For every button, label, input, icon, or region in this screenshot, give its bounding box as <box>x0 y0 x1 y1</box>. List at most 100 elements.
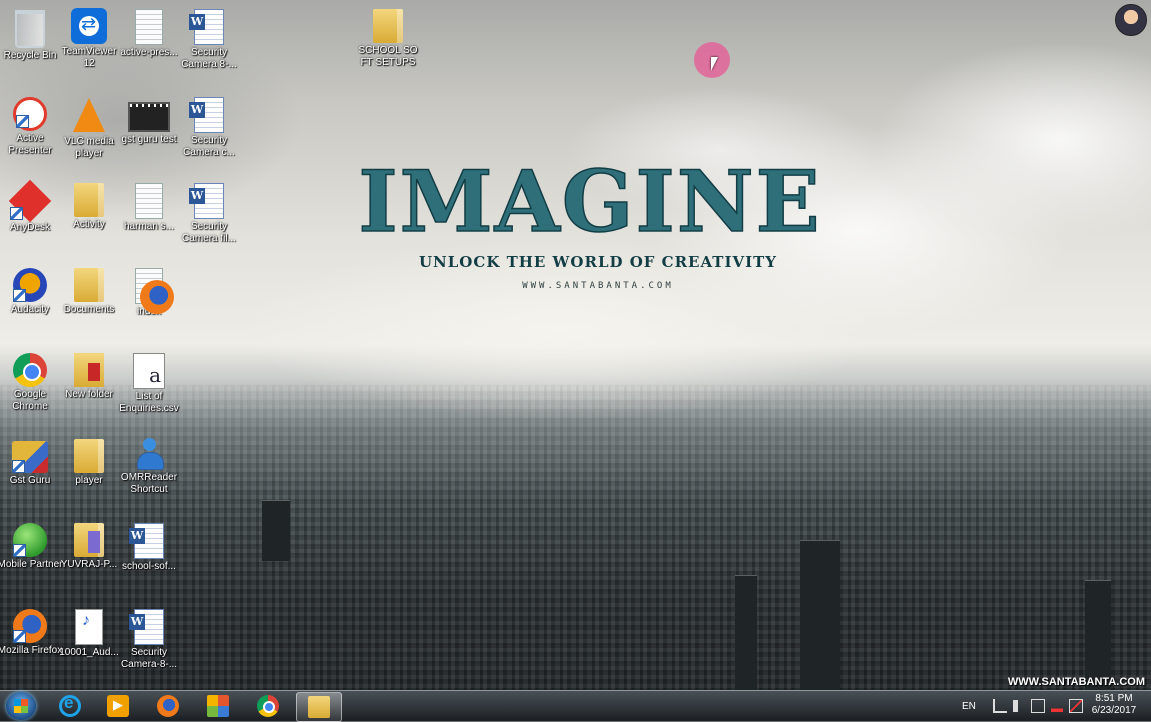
folder-icon <box>74 353 104 387</box>
desktop-icon-gst-guru[interactable]: Gst Guru <box>0 436 63 487</box>
desktop-icon-label: Security Camera c... <box>183 135 235 158</box>
wallpaper-tagline: UNLOCK THE WORLD OF CREATIVITY <box>418 253 778 271</box>
desktop-icon-label: SCHOOL SO FT SETUPS <box>358 45 418 68</box>
action-center-icon[interactable] <box>1068 699 1083 713</box>
desktop-icon-player[interactable]: player <box>56 436 122 487</box>
word-document-icon: W <box>189 97 224 133</box>
desktop-icon-harman[interactable]: harman s... <box>116 180 182 233</box>
folder-icon <box>373 9 403 43</box>
desktop-icon-label: Gst Guru <box>9 475 51 486</box>
desktop-icon-security-camera-1[interactable]: W Security Camera 8-... <box>176 6 242 71</box>
desktop-icon-active-pres-file[interactable]: active-pres... <box>116 6 182 59</box>
internet-explorer-icon <box>59 693 81 717</box>
desktop-icon-google-chrome[interactable]: Google Chrome <box>0 350 63 413</box>
desktop-icon-security-camera-2[interactable]: W Security Camera c... <box>176 94 242 159</box>
taskbar-media-player[interactable] <box>96 692 140 720</box>
desktop-icon-activity[interactable]: Activity <box>56 180 122 231</box>
desktop-icon-list-of-enquiries[interactable]: List of Enquiries.csv <box>116 350 182 415</box>
desktop-icon-label: Recycle Bin <box>3 50 57 61</box>
desktop-icon-anydesk[interactable]: AnyDesk <box>0 179 63 234</box>
office-icon <box>207 695 229 717</box>
desktop-icon-label: Security Camera-8-... <box>120 647 178 670</box>
mobile-partner-icon <box>13 523 47 557</box>
show-hidden-icons-icon[interactable] <box>992 699 1007 713</box>
desktop-icon-mozilla-firefox[interactable]: Mozilla Firefox <box>0 606 63 657</box>
desktop-icon-new-folder[interactable]: New folder <box>56 350 122 401</box>
start-button[interactable] <box>6 692 36 720</box>
desktop-icon-label: Activity <box>73 219 105 230</box>
taskbar-internet-explorer[interactable] <box>48 692 92 720</box>
gst-guru-icon <box>12 441 48 473</box>
network-icon[interactable] <box>1030 699 1045 713</box>
taskbar-office[interactable] <box>196 692 240 720</box>
word-document-icon: W <box>189 183 224 219</box>
user-avatar-icon[interactable] <box>1115 4 1147 36</box>
desktop-icon-label: VLC media player <box>64 136 114 159</box>
desktop-icon-label: Active Presenter <box>8 133 52 156</box>
desktop-icon-school-sof[interactable]: W school-sof... <box>116 520 182 573</box>
omr-reader-icon <box>132 436 166 470</box>
clock-time: 8:51 PM <box>1095 693 1133 704</box>
recycle-bin-icon <box>15 10 45 48</box>
desktop-icon-security-camera-4[interactable]: W Security Camera-8-... <box>116 606 182 671</box>
desktop-icon-label: school-sof... <box>122 561 176 572</box>
taskbar-clock[interactable]: 8:51 PM 6/23/2017 <box>1084 693 1144 717</box>
desktop-icon-label: OMRReader Shortcut <box>120 472 178 495</box>
text-file-icon <box>135 183 163 219</box>
wallpaper-website: WWW.SANTABANTA.COM <box>522 281 674 291</box>
desktop-icon-omrreader[interactable]: OMRReader Shortcut <box>116 436 182 496</box>
folder-icon <box>74 523 104 557</box>
taskbar-firefox[interactable] <box>146 692 190 720</box>
desktop-icon-audacity[interactable]: Audacity <box>0 265 63 316</box>
signal-icon[interactable] <box>1050 700 1063 712</box>
desktop-icon-documents[interactable]: Documents <box>56 265 122 316</box>
desktop-icon-security-camera-3[interactable]: W Security Camera fil... <box>176 180 242 245</box>
desktop-icon-recycle-bin[interactable]: Recycle Bin <box>0 6 63 62</box>
chrome-icon <box>13 353 47 387</box>
volume-icon[interactable] <box>1012 700 1025 712</box>
taskbar-chrome[interactable] <box>246 692 290 720</box>
firefox-html-icon <box>135 268 174 314</box>
desktop-icon-label: Google Chrome <box>12 389 48 412</box>
desktop-icon-label: gst guru test <box>121 134 177 145</box>
desktop-icon-audio-file[interactable]: 10001_Aud... <box>56 606 122 659</box>
language-indicator[interactable]: EN <box>962 701 976 712</box>
firefox-icon <box>13 609 47 643</box>
vlc-icon <box>69 94 109 134</box>
folder-icon <box>74 268 104 302</box>
desktop-icon-label: Mozilla Firefox <box>0 645 63 656</box>
desktop-icon-label: List of Enquiries.csv <box>119 391 179 414</box>
desktop-icon-gst-guru-test[interactable]: gst guru test <box>116 94 182 146</box>
folder-icon <box>74 183 104 217</box>
desktop-icon-label: Mobile Partner <box>0 559 63 570</box>
word-document-icon: W <box>129 609 164 645</box>
clock-date: 6/23/2017 <box>1091 705 1137 716</box>
desktop-icon-vlc[interactable]: VLC media player <box>56 94 122 160</box>
desktop-icon-label: TeamViewer 12 <box>61 46 117 69</box>
desktop-icon-label: player <box>75 475 103 486</box>
desktop-icon-label: New folder <box>65 389 113 400</box>
skyscraper <box>735 575 757 690</box>
word-document-icon: W <box>189 9 224 45</box>
folder-icon <box>74 439 104 473</box>
desktop-icon-teamviewer[interactable]: TeamViewer 12 <box>56 6 122 70</box>
audacity-icon <box>13 268 47 302</box>
wallpaper-watermark: WWW.SANTABANTA.COM <box>1007 676 1145 688</box>
desktop-icon-yuvraj[interactable]: YUVRAJ-P... <box>56 520 122 571</box>
csv-file-icon <box>133 353 165 389</box>
file-explorer-icon <box>308 696 330 718</box>
skyscraper <box>800 540 840 690</box>
desktop-icon-label: harman s... <box>123 221 175 232</box>
wallpaper-headline: IMAGINE <box>358 151 822 252</box>
taskbar-file-explorer[interactable] <box>296 692 342 722</box>
desktop-icon-school-soft-setups[interactable]: SCHOOL SO FT SETUPS <box>355 6 421 69</box>
desktop-icon-active-presenter[interactable]: Active Presenter <box>0 94 63 157</box>
anydesk-icon <box>8 179 52 223</box>
desktop-icon-index[interactable]: index <box>116 265 182 318</box>
desktop-icon-mobile-partner[interactable]: Mobile Partner <box>0 520 63 571</box>
teamviewer-icon <box>71 8 107 44</box>
active-presenter-icon <box>13 97 47 131</box>
word-document-icon: W <box>129 523 164 559</box>
taskbar: EN 8:51 PM 6/23/2017 <box>0 690 1151 722</box>
video-file-icon <box>128 102 170 132</box>
